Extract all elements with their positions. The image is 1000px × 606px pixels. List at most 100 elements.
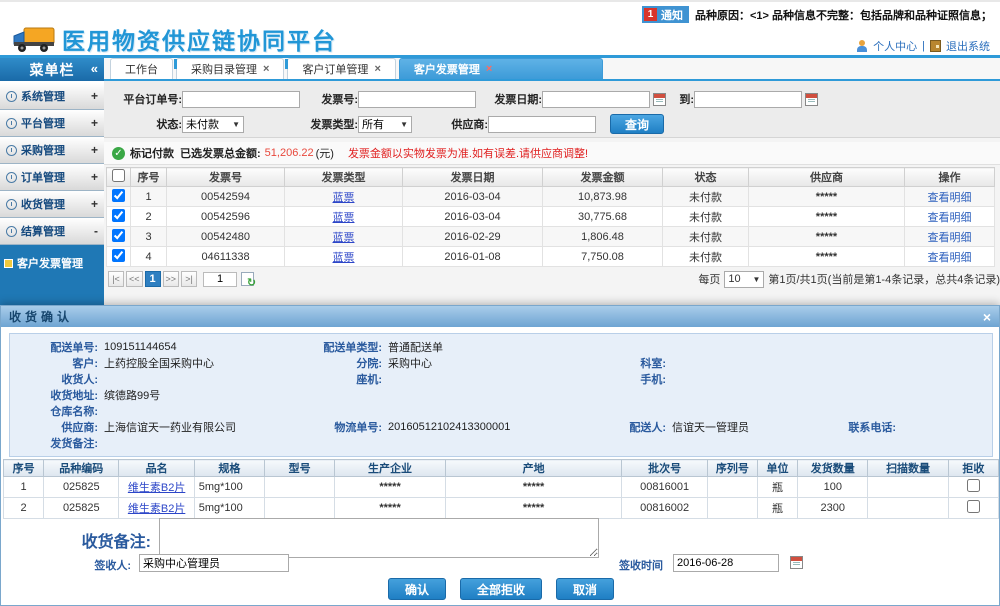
tab-customer-invoices[interactable]: 客户发票管理 × — [399, 58, 603, 79]
dialog-close-icon[interactable]: × — [983, 309, 991, 325]
invoice-date-from-input[interactable] — [542, 91, 650, 108]
logout-link[interactable]: 退出系统 — [946, 38, 990, 54]
item-no-cell: 2 — [4, 498, 44, 519]
column-header: 发票金额 — [543, 168, 663, 187]
tab-procurement-catalog[interactable]: 采购目录管理 × — [176, 58, 284, 79]
column-header: 批次号 — [622, 460, 707, 477]
prev-page-button[interactable]: << — [126, 271, 143, 287]
confirm-button[interactable]: 确认 — [388, 578, 446, 600]
sidebar-collapse-icon[interactable]: « — [91, 61, 98, 76]
link-divider: | — [922, 40, 925, 52]
mobile-label: 手机: — [580, 371, 666, 387]
sidebar-item-receiving[interactable]: 收货管理 + — [0, 191, 104, 218]
invoice-date-to-input[interactable] — [694, 91, 802, 108]
next-page-button[interactable]: >> — [163, 271, 180, 287]
column-header: 发票号 — [167, 168, 285, 187]
sign-time-input[interactable] — [673, 554, 779, 572]
page-number-input[interactable] — [203, 272, 237, 287]
table-row: 3 00542480 蓝票 2016-02-29 1,806.48 未付款 **… — [107, 227, 995, 247]
supplier-input[interactable] — [488, 116, 596, 133]
row-checkbox[interactable] — [112, 229, 125, 242]
tab-close-icon[interactable]: × — [374, 63, 380, 75]
tab-label: 客户订单管理 — [302, 61, 368, 77]
status-select[interactable]: 未付款 ▼ — [182, 116, 244, 133]
column-header: 发票类型 — [285, 168, 403, 187]
invoice-type-link[interactable]: 蓝票 — [333, 232, 355, 244]
column-header: 型号 — [265, 460, 335, 477]
items-table: 序号 品种编码 品名 规格 型号 生产企业 产地 批次号 序列号 单位 发货数量… — [3, 459, 999, 519]
notification-message: 品种原因：<1> 品种信息不完整：包括品牌和品种证照信息； — [695, 7, 992, 23]
mark-payment-link[interactable]: 标记付款 — [130, 145, 174, 161]
green-check-icon: ✓ — [112, 147, 125, 160]
invoice-type-link[interactable]: 蓝票 — [333, 212, 355, 224]
invoice-date-cell: 2016-01-08 — [403, 247, 543, 267]
reject-checkbox[interactable] — [967, 500, 980, 513]
column-header: 品名 — [119, 460, 194, 477]
calendar-icon[interactable] — [790, 556, 803, 569]
item-name-link[interactable]: 维生素B2片 — [128, 482, 185, 494]
invoice-type-link[interactable]: 蓝票 — [333, 192, 355, 204]
reject-all-button[interactable]: 全部拒收 — [460, 578, 542, 600]
sidebar-item-order[interactable]: 订单管理 + — [0, 164, 104, 191]
search-button[interactable]: 查询 — [610, 114, 664, 134]
cancel-button[interactable]: 取消 — [556, 578, 614, 600]
delivery-type-value: 普通配送单 — [382, 339, 580, 355]
first-page-button[interactable]: |< — [108, 271, 124, 287]
sidebar-subitem-label: 客户发票管理 — [17, 255, 83, 271]
tab-customer-orders[interactable]: 客户订单管理 × — [287, 58, 395, 79]
sidebar-item-platform[interactable]: 平台管理 + — [0, 110, 104, 137]
per-page-select[interactable]: 10 ▼ — [724, 271, 764, 288]
view-detail-link[interactable]: 查看明细 — [928, 232, 972, 244]
column-header: 状态 — [663, 168, 749, 187]
invoice-warning-text: 发票金额以实物发票为准.如有误差.请供应商调整! — [348, 145, 588, 161]
supplier-cell: ***** — [749, 187, 905, 207]
sidebar-subitem-customer-invoice[interactable]: 客户发票管理 — [0, 253, 104, 273]
reject-checkbox[interactable] — [967, 479, 980, 492]
sidebar-item-settlement[interactable]: 结算管理 - — [0, 218, 104, 245]
item-qty-cell: 100 — [798, 477, 868, 498]
calendar-icon[interactable] — [653, 93, 666, 106]
expand-icon: + — [91, 170, 98, 184]
row-checkbox[interactable] — [112, 189, 125, 202]
sidebar-item-system[interactable]: 系统管理 + — [0, 83, 104, 110]
dialog-title-bar[interactable]: 收货确认 × — [1, 306, 999, 327]
platform-order-input[interactable] — [182, 91, 300, 108]
invoice-type-select[interactable]: 所有 ▼ — [358, 116, 412, 133]
row-checkbox[interactable] — [112, 249, 125, 262]
item-name-link[interactable]: 维生素B2片 — [128, 503, 185, 515]
delivery-no-label: 配送单号: — [10, 339, 98, 355]
tab-workbench[interactable]: 工作台 — [110, 58, 173, 79]
sidebar-item-procurement[interactable]: 采购管理 + — [0, 137, 104, 164]
view-detail-link[interactable]: 查看明细 — [928, 252, 972, 264]
reload-icon[interactable] — [241, 272, 254, 286]
expand-icon: + — [91, 116, 98, 130]
item-batch-cell: 00816002 — [622, 498, 707, 519]
address-value: 缤德路99号 — [98, 387, 498, 403]
submenu-bullet-icon — [4, 259, 13, 268]
select-all-checkbox[interactable] — [112, 169, 125, 182]
branch-value: 采购中心 — [382, 355, 580, 371]
tab-close-icon[interactable]: × — [263, 63, 269, 75]
current-page-button[interactable]: 1 — [145, 271, 161, 287]
calendar-icon[interactable] — [805, 93, 818, 106]
contact-label: 联系电话: — [816, 419, 896, 435]
receipt-remark-textarea[interactable] — [159, 518, 599, 558]
tab-close-icon[interactable]: × — [486, 63, 492, 75]
column-header: 品种编码 — [44, 460, 119, 477]
view-detail-link[interactable]: 查看明细 — [928, 212, 972, 224]
last-page-button[interactable]: >| — [181, 271, 197, 287]
signer-input[interactable] — [139, 554, 289, 572]
ship-remark-label: 发货备注: — [10, 435, 98, 451]
branch-label: 分院: — [296, 355, 382, 371]
personal-center-link[interactable]: 个人中心 — [873, 38, 917, 54]
chevron-down-icon: ▼ — [752, 275, 760, 284]
notification-pill[interactable]: 1 通知 — [642, 6, 689, 23]
invoice-type-link[interactable]: 蓝票 — [333, 252, 355, 264]
supplier-cell: ***** — [749, 207, 905, 227]
invoice-no-input[interactable] — [358, 91, 476, 108]
view-detail-link[interactable]: 查看明细 — [928, 192, 972, 204]
row-checkbox[interactable] — [112, 209, 125, 222]
logistics-no-value: 20160512102413300001 — [382, 421, 580, 433]
column-header: 拒收 — [948, 460, 998, 477]
signer-row: 签收人: 签收时间 — [1, 554, 1000, 574]
